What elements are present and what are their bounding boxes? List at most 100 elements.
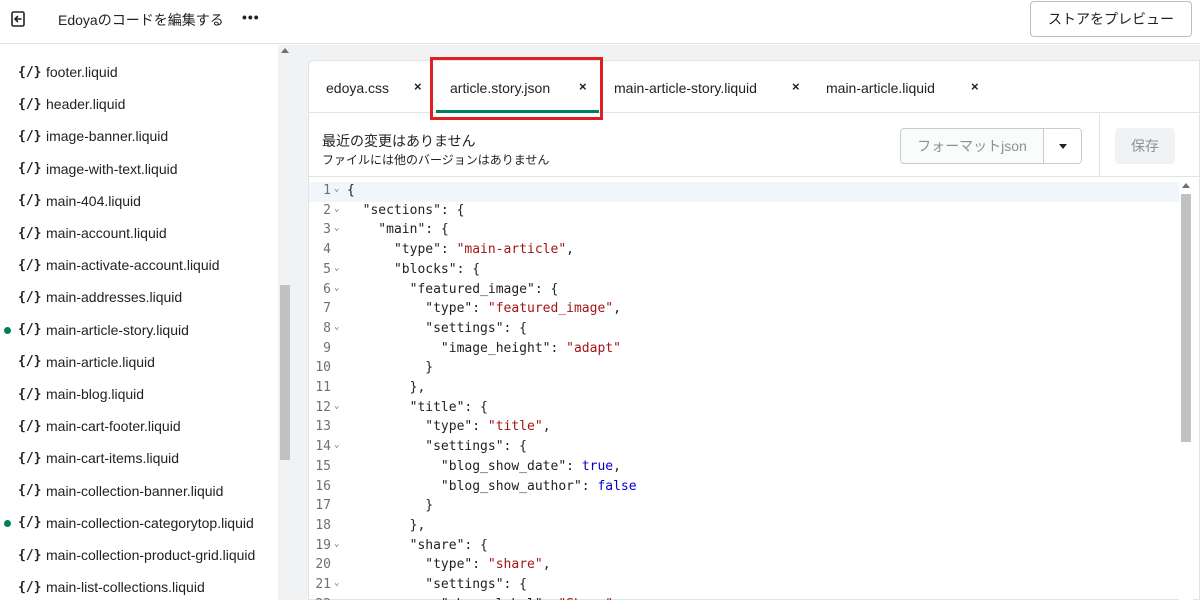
liquid-file-icon: {/} — [18, 386, 42, 402]
file-list-item[interactable]: {/} main-collection-categorytop.liquid — [0, 507, 278, 539]
file-name: main-collection-banner.liquid — [46, 482, 224, 499]
format-json-button[interactable]: フォーマットjson — [900, 128, 1044, 164]
editor-scrollbar-thumb[interactable] — [1181, 194, 1191, 442]
file-sidebar: {/} footer.liquid {/} header.liquid {/} image… — [0, 45, 278, 600]
code-line[interactable]: 20 "type": "share", — [309, 556, 1179, 576]
close-icon[interactable]: × — [414, 79, 422, 94]
liquid-file-icon: {/} — [18, 322, 42, 338]
liquid-file-icon: {/} — [18, 193, 42, 209]
preview-store-button[interactable]: ストアをプレビュー — [1030, 1, 1192, 37]
fold-chevron-icon[interactable]: ⌄ — [334, 223, 339, 233]
file-list-item[interactable]: {/} main-article.liquid — [0, 346, 278, 378]
code-line[interactable]: 3 ⌄ "main": { — [309, 221, 1179, 241]
save-button[interactable]: 保存 — [1115, 128, 1175, 164]
scroll-up-icon[interactable] — [281, 48, 289, 53]
code-line[interactable]: 10 } — [309, 359, 1179, 379]
code-line[interactable]: 5 ⌄ "blocks": { — [309, 261, 1179, 281]
fold-chevron-icon[interactable]: ⌄ — [334, 184, 339, 194]
tab-article-story-json[interactable]: article.story.json × — [430, 61, 603, 113]
file-list-item[interactable]: {/} header.liquid — [0, 88, 278, 120]
code-text: "title": { — [347, 399, 488, 415]
file-list-item[interactable]: {/} main-blog.liquid — [0, 378, 278, 410]
file-name: main-account.liquid — [46, 225, 167, 241]
line-number: 9 — [323, 340, 331, 356]
close-icon[interactable]: × — [971, 79, 979, 94]
file-name: main-collection-categorytop.liquid — [46, 514, 254, 531]
code-line[interactable]: 11 }, — [309, 379, 1179, 399]
file-name: main-cart-items.liquid — [46, 450, 180, 467]
fold-chevron-icon[interactable]: ⌄ — [334, 322, 339, 332]
close-icon[interactable]: × — [579, 79, 587, 94]
exit-icon[interactable] — [8, 9, 28, 29]
editor-scrollbar[interactable] — [1179, 178, 1193, 600]
code-line[interactable]: 7 "type": "featured_image", — [309, 300, 1179, 320]
code-line[interactable]: 4 "type": "main-article", — [309, 241, 1179, 261]
code-line[interactable]: 22 "share_label": "Share" — [309, 596, 1179, 600]
file-list-item[interactable]: {/} main-collection-banner.liquid — [0, 475, 278, 507]
code-line[interactable]: 12 ⌄ "title": { — [309, 399, 1179, 419]
code-text: "sections": { — [347, 202, 465, 218]
line-number: 18 — [315, 517, 331, 533]
sidebar-scrollbar-thumb[interactable] — [280, 285, 290, 460]
tab-main-article-liquid[interactable]: main-article.liquid × — [813, 61, 993, 113]
file-name: footer.liquid — [46, 64, 118, 80]
file-list-item[interactable]: {/} main-cart-footer.liquid — [0, 410, 278, 442]
fold-chevron-icon[interactable]: ⌄ — [334, 283, 339, 293]
file-list-item[interactable]: {/} main-list-collections.liquid — [0, 571, 278, 600]
fold-chevron-icon[interactable]: ⌄ — [334, 204, 339, 214]
code-line[interactable]: 16 "blog_show_author": false — [309, 478, 1179, 498]
code-line[interactable]: 8 ⌄ "settings": { — [309, 320, 1179, 340]
code-text: "settings": { — [347, 439, 528, 455]
fold-chevron-icon[interactable]: ⌄ — [334, 440, 339, 450]
fold-chevron-icon[interactable]: ⌄ — [334, 401, 339, 411]
file-list-item[interactable]: {/} main-404.liquid — [0, 185, 278, 217]
tab-main-article-story-liquid[interactable]: main-article-story.liquid × — [603, 61, 813, 113]
line-number: 5 — [323, 261, 331, 277]
line-number: 1 — [323, 183, 331, 198]
code-text: }, — [347, 517, 426, 533]
file-list-item[interactable]: {/} image-with-text.liquid — [0, 153, 278, 185]
code-line[interactable]: 6 ⌄ "featured_image": { — [309, 281, 1179, 301]
liquid-file-icon: {/} — [18, 257, 42, 273]
file-name: main-list-collections.liquid — [46, 579, 205, 596]
code-editor[interactable]: 1 ⌄{2 ⌄ "sections": {3 ⌄ "main": {4 "type":… — [309, 178, 1200, 600]
version-status-text: ファイルには他のバージョンはありません — [322, 153, 550, 167]
code-line[interactable]: 18 }, — [309, 517, 1179, 537]
code-line[interactable]: 2 ⌄ "sections": { — [309, 202, 1179, 222]
fold-chevron-icon[interactable]: ⌄ — [334, 578, 339, 588]
scroll-up-icon[interactable] — [1182, 183, 1190, 188]
file-list-item[interactable]: {/} footer.liquid — [0, 56, 278, 88]
code-line[interactable]: 15 "blog_show_date": true, — [309, 458, 1179, 478]
tab-label: main-article.liquid — [826, 80, 935, 96]
code-line[interactable]: 13 "type": "title", — [309, 418, 1179, 438]
file-list-item[interactable]: {/} main-collection-product-grid.liquid — [0, 539, 278, 571]
file-list-item[interactable]: {/} main-addresses.liquid — [0, 281, 278, 313]
tab-edoya-css[interactable]: edoya.css × — [309, 61, 430, 113]
code-line[interactable]: 19 ⌄ "share": { — [309, 537, 1179, 557]
code-line[interactable]: 1 ⌄ { — [309, 182, 1179, 202]
liquid-file-icon: {/} — [18, 354, 42, 370]
code-line[interactable]: 17 } — [309, 497, 1179, 517]
format-dropdown-button[interactable] — [1044, 128, 1082, 164]
file-list-item[interactable]: {/} main-activate-account.liquid — [0, 249, 278, 281]
line-number: 15 — [315, 458, 331, 474]
file-list-item[interactable]: {/} image-banner.liquid — [0, 120, 278, 152]
code-text: "type": "main-article", — [347, 242, 574, 258]
more-actions-icon[interactable]: ••• — [242, 9, 260, 25]
file-list-item[interactable]: {/} main-article-story.liquid — [0, 314, 278, 346]
code-line[interactable]: 9 "image_height": "adapt" — [309, 340, 1179, 360]
code-text: "blocks": { — [347, 261, 481, 277]
line-number: 19 — [315, 537, 331, 553]
file-list-item[interactable]: {/} main-account.liquid — [0, 217, 278, 249]
file-name: image-with-text.liquid — [46, 160, 178, 177]
fold-chevron-icon[interactable]: ⌄ — [334, 263, 339, 273]
file-tabs: edoya.css × article.story.json × main-ar… — [309, 57, 1200, 120]
code-line[interactable]: 14 ⌄ "settings": { — [309, 438, 1179, 458]
file-list-item[interactable]: {/} main-cart-items.liquid — [0, 442, 278, 474]
fold-chevron-icon[interactable]: ⌄ — [334, 539, 339, 549]
sidebar-scrollbar[interactable] — [278, 45, 292, 600]
code-line[interactable]: 21 ⌄ "settings": { — [309, 576, 1179, 596]
line-number: 7 — [323, 301, 331, 317]
liquid-file-icon: {/} — [18, 547, 42, 563]
close-icon[interactable]: × — [792, 79, 800, 94]
